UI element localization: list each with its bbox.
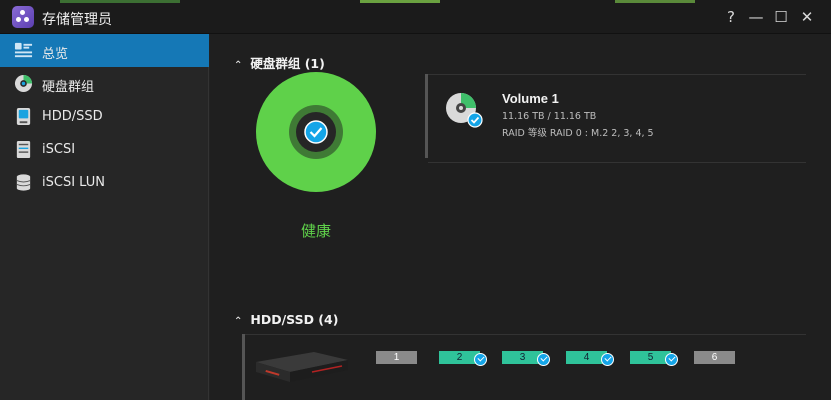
hdd-ssd-section-title: HDD/SSD (4) [250,312,339,327]
background-strip [60,0,180,3]
close-button[interactable]: ✕ [796,6,818,28]
volume-icon[interactable] [444,90,486,130]
app-logo-icon [12,6,34,28]
volume-capacity: 11.16 TB / 11.16 TB [502,111,597,122]
slot-label: 5 [647,352,654,363]
volume-accent-bar [425,74,428,158]
sidebar-item-label: HDD/SSD [42,109,103,124]
volume-name[interactable]: Volume 1 [502,91,559,106]
disk-accent-bar [242,334,245,400]
disk-slot-5[interactable]: 5 [630,351,678,366]
divider [428,162,806,163]
sidebar-item-overview[interactable]: 总览 [0,34,209,67]
main-content: ⌃ 硬盘群组 (1) 健康 Volume 1 11.16 TB / 11.16 … [210,34,831,400]
background-strip [360,0,440,3]
disk-group-section-title: 硬盘群组 (1) [250,56,325,71]
sidebar-item-iscsi[interactable]: iSCSI [0,133,209,166]
sidebar: 总览 硬盘群组 HDD/SSD iSCSI iSCSI LUN [0,34,209,400]
window-title: 存储管理员 [42,12,112,28]
disk-group-health-chart [256,72,376,192]
sidebar-item-label: iSCSI [42,142,76,157]
health-status: 健康 [300,222,331,240]
check-circle-icon [665,353,678,366]
sidebar-item-label: 总览 [42,47,69,62]
hdd-ssd-section-header[interactable]: ⌃ HDD/SSD (4) [234,312,338,327]
check-circle-icon [537,353,550,366]
divider [428,74,806,75]
sidebar-item-disk-group[interactable]: 硬盘群组 [0,67,209,100]
slot-label: 4 [583,352,590,363]
storage-manager-window: 存储管理员 ? — ☐ ✕ 总览 硬盘群组 HDD/SSD iSCSI iSCS… [0,0,831,400]
maximize-button[interactable]: ☐ [770,6,792,28]
disk-slot-1[interactable]: 1 [376,351,417,364]
disk-slot-2[interactable]: 2 [439,351,487,366]
chevron-up-icon: ⌃ [234,60,243,71]
database-icon [16,174,31,191]
help-button[interactable]: ? [720,6,742,28]
overview-icon [14,42,33,58]
slot-label: 2 [456,352,463,363]
disk-slot-3[interactable]: 3 [502,351,550,366]
sidebar-item-iscsi-lun[interactable]: iSCSI LUN [0,166,209,199]
check-circle-icon [304,120,328,144]
sidebar-item-label: 硬盘群组 [42,80,95,95]
slot-label: 6 [711,352,718,363]
nas-device-image [256,352,348,382]
check-circle-icon [601,353,614,366]
disk-slot-6[interactable]: 6 [694,351,735,364]
sidebar-item-label: iSCSI LUN [42,175,105,190]
disk-group-icon [14,74,33,93]
title-bar[interactable]: 存储管理员 ? — ☐ ✕ [0,0,831,34]
iscsi-icon [16,140,31,159]
hdd-icon [16,107,31,126]
check-circle-icon [474,353,487,366]
slot-label: 3 [519,352,526,363]
volume-raid-info: RAID 等级 RAID 0 : M.2 2, 3, 4, 5 [502,128,654,139]
disk-slot-4[interactable]: 4 [566,351,614,366]
divider [245,334,806,335]
background-strip [615,0,695,3]
slot-label: 1 [393,352,400,363]
sidebar-item-hdd-ssd[interactable]: HDD/SSD [0,100,209,133]
chevron-up-icon: ⌃ [234,316,243,327]
minimize-button[interactable]: — [745,6,767,28]
